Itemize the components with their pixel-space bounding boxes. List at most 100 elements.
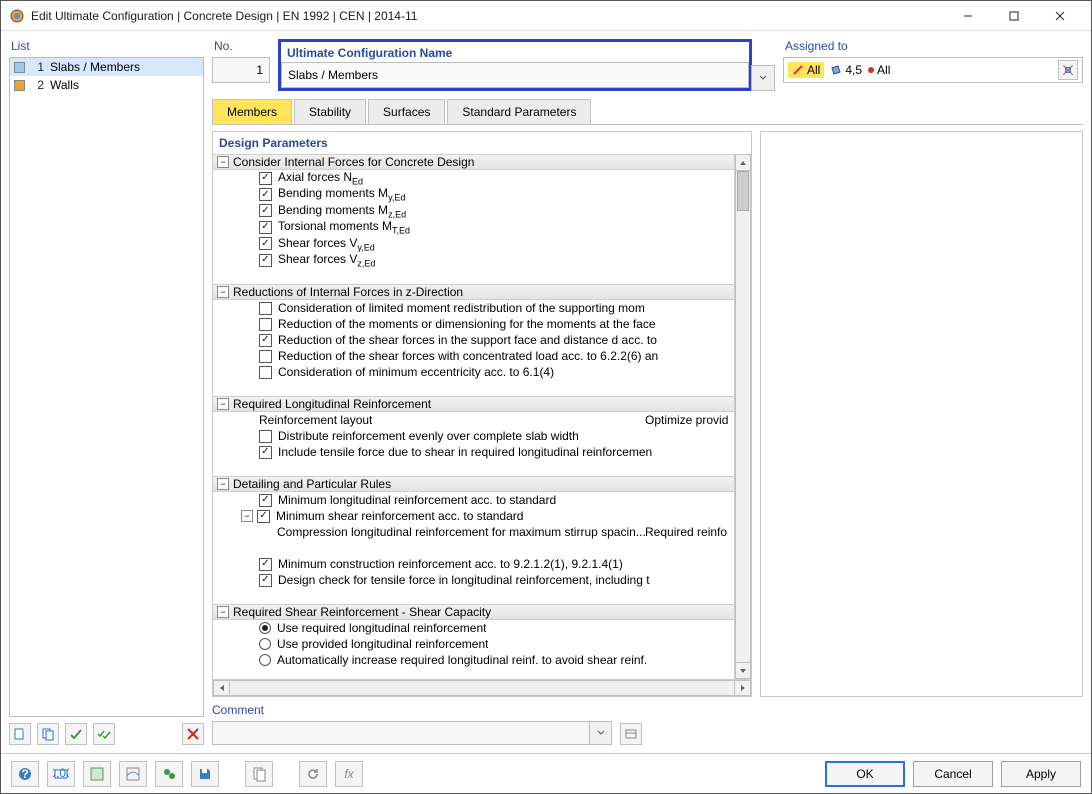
assigned-field[interactable]: All 4,5 All	[783, 57, 1083, 83]
vertical-scrollbar[interactable]	[734, 154, 751, 679]
apply-button[interactable]: Apply	[1001, 761, 1081, 787]
scroll-down-icon[interactable]	[735, 662, 751, 679]
comment-pick-button[interactable]	[620, 723, 642, 745]
name-label: Ultimate Configuration Name	[281, 42, 749, 62]
tab-stability[interactable]: Stability	[294, 99, 366, 124]
param-label: Use required longitudinal reinforcement	[277, 621, 486, 635]
calc-button[interactable]	[155, 761, 183, 787]
svg-text:?: ?	[21, 767, 28, 781]
param-label: Bending moments Mz,Ed	[278, 203, 406, 219]
collapse-icon[interactable]: −	[217, 606, 229, 618]
horizontal-scrollbar[interactable]	[213, 679, 751, 696]
function-button[interactable]: fx	[335, 761, 363, 787]
checkbox[interactable]	[259, 221, 272, 234]
help-button[interactable]: ?	[11, 761, 39, 787]
checkbox[interactable]	[259, 558, 272, 571]
collapse-icon[interactable]: −	[217, 398, 229, 410]
svg-text:fx: fx	[344, 767, 354, 781]
radio[interactable]	[259, 622, 271, 634]
collapse-icon[interactable]: −	[217, 286, 229, 298]
view1-button[interactable]	[83, 761, 111, 787]
close-button[interactable]	[1037, 1, 1083, 31]
copy-button[interactable]	[37, 723, 59, 745]
collapse-icon[interactable]: −	[217, 478, 229, 490]
tab-members[interactable]: Members	[212, 99, 292, 124]
list-item[interactable]: 1Slabs / Members	[10, 58, 203, 76]
checkbox[interactable]	[259, 366, 272, 379]
list-item[interactable]: 2Walls	[10, 76, 203, 94]
param-label: Automatically increase required longitud…	[277, 653, 647, 667]
param-label: Shear forces Vy,Ed	[278, 236, 375, 252]
tab-surfaces[interactable]: Surfaces	[368, 99, 445, 124]
preview-panel	[760, 131, 1083, 697]
checkbox[interactable]	[259, 172, 272, 185]
comment-dropdown[interactable]	[590, 721, 612, 745]
checkbox[interactable]	[259, 204, 272, 217]
param-label: Reduction of the shear forces with conce…	[278, 349, 658, 363]
param-label: Bending moments My,Ed	[278, 186, 405, 202]
ok-button[interactable]: OK	[825, 761, 905, 787]
assigned-pill-surfaces: 4,5	[830, 63, 862, 77]
assigned-pill-members: All	[788, 62, 824, 78]
checkbox[interactable]	[259, 302, 272, 315]
minimize-button[interactable]	[945, 1, 991, 31]
param-label: Minimum construction reinforcement acc. …	[278, 557, 623, 571]
reset-button[interactable]	[299, 761, 327, 787]
param-label: Minimum shear reinforcement acc. to stan…	[276, 509, 523, 523]
collapse-icon[interactable]: −	[217, 156, 229, 168]
svg-text:0,00: 0,00	[53, 766, 69, 780]
app-icon	[9, 8, 25, 24]
units-button[interactable]: 0,00	[47, 761, 75, 787]
clipboard-button[interactable]	[245, 761, 273, 787]
name-input[interactable]	[281, 62, 749, 88]
param-label: Torsional moments MT,Ed	[278, 219, 410, 235]
include-all-button[interactable]	[93, 723, 115, 745]
list-label: List	[9, 39, 204, 53]
no-field[interactable]	[212, 57, 270, 83]
checkbox[interactable]	[259, 318, 272, 331]
checkbox[interactable]	[257, 510, 270, 523]
param-label: Consideration of minimum eccentricity ac…	[278, 365, 554, 379]
cancel-button[interactable]: Cancel	[913, 761, 993, 787]
checkbox[interactable]	[259, 494, 272, 507]
section-title: Required Longitudinal Reinforcement	[233, 397, 431, 411]
checkbox[interactable]	[259, 446, 272, 459]
view2-button[interactable]	[119, 761, 147, 787]
delete-button[interactable]	[182, 723, 204, 745]
config-list[interactable]: 1Slabs / Members2Walls	[9, 57, 204, 717]
param-label: Reinforcement layout	[259, 413, 372, 427]
radio[interactable]	[259, 638, 271, 650]
radio[interactable]	[259, 654, 271, 666]
no-label: No.	[212, 39, 272, 53]
window-title: Edit Ultimate Configuration | Concrete D…	[31, 9, 945, 23]
param-label: Distribute reinforcement evenly over com…	[278, 429, 579, 443]
checkbox[interactable]	[259, 237, 272, 250]
tab-standard-parameters[interactable]: Standard Parameters	[447, 99, 591, 124]
comment-input[interactable]	[212, 721, 590, 745]
assigned-edit-button[interactable]	[1058, 60, 1078, 80]
scroll-left-icon[interactable]	[213, 680, 230, 696]
save-button[interactable]	[191, 761, 219, 787]
scroll-up-icon[interactable]	[735, 154, 751, 171]
checkbox[interactable]	[259, 350, 272, 363]
include-button[interactable]	[65, 723, 87, 745]
expand-icon[interactable]: −	[241, 510, 253, 522]
section-title: Reductions of Internal Forces in z-Direc…	[233, 285, 463, 299]
checkbox[interactable]	[259, 334, 272, 347]
new-button[interactable]	[9, 723, 31, 745]
checkbox[interactable]	[259, 574, 272, 587]
param-label: Reduction of the moments or dimensioning…	[278, 317, 656, 331]
swatch-icon	[14, 80, 25, 91]
footer: ? 0,00 fx OK Cancel Apply	[1, 753, 1091, 793]
scroll-right-icon[interactable]	[734, 680, 751, 696]
titlebar: Edit Ultimate Configuration | Concrete D…	[1, 1, 1091, 31]
param-label: Shear forces Vz,Ed	[278, 252, 375, 268]
param-label: Design check for tensile force in longit…	[278, 573, 650, 587]
checkbox[interactable]	[259, 188, 272, 201]
maximize-button[interactable]	[991, 1, 1037, 31]
checkbox[interactable]	[259, 254, 272, 267]
checkbox[interactable]	[259, 430, 272, 443]
param-label: Axial forces NEd	[278, 170, 363, 186]
name-dropdown[interactable]	[751, 65, 775, 91]
params-title: Design Parameters	[213, 132, 751, 154]
